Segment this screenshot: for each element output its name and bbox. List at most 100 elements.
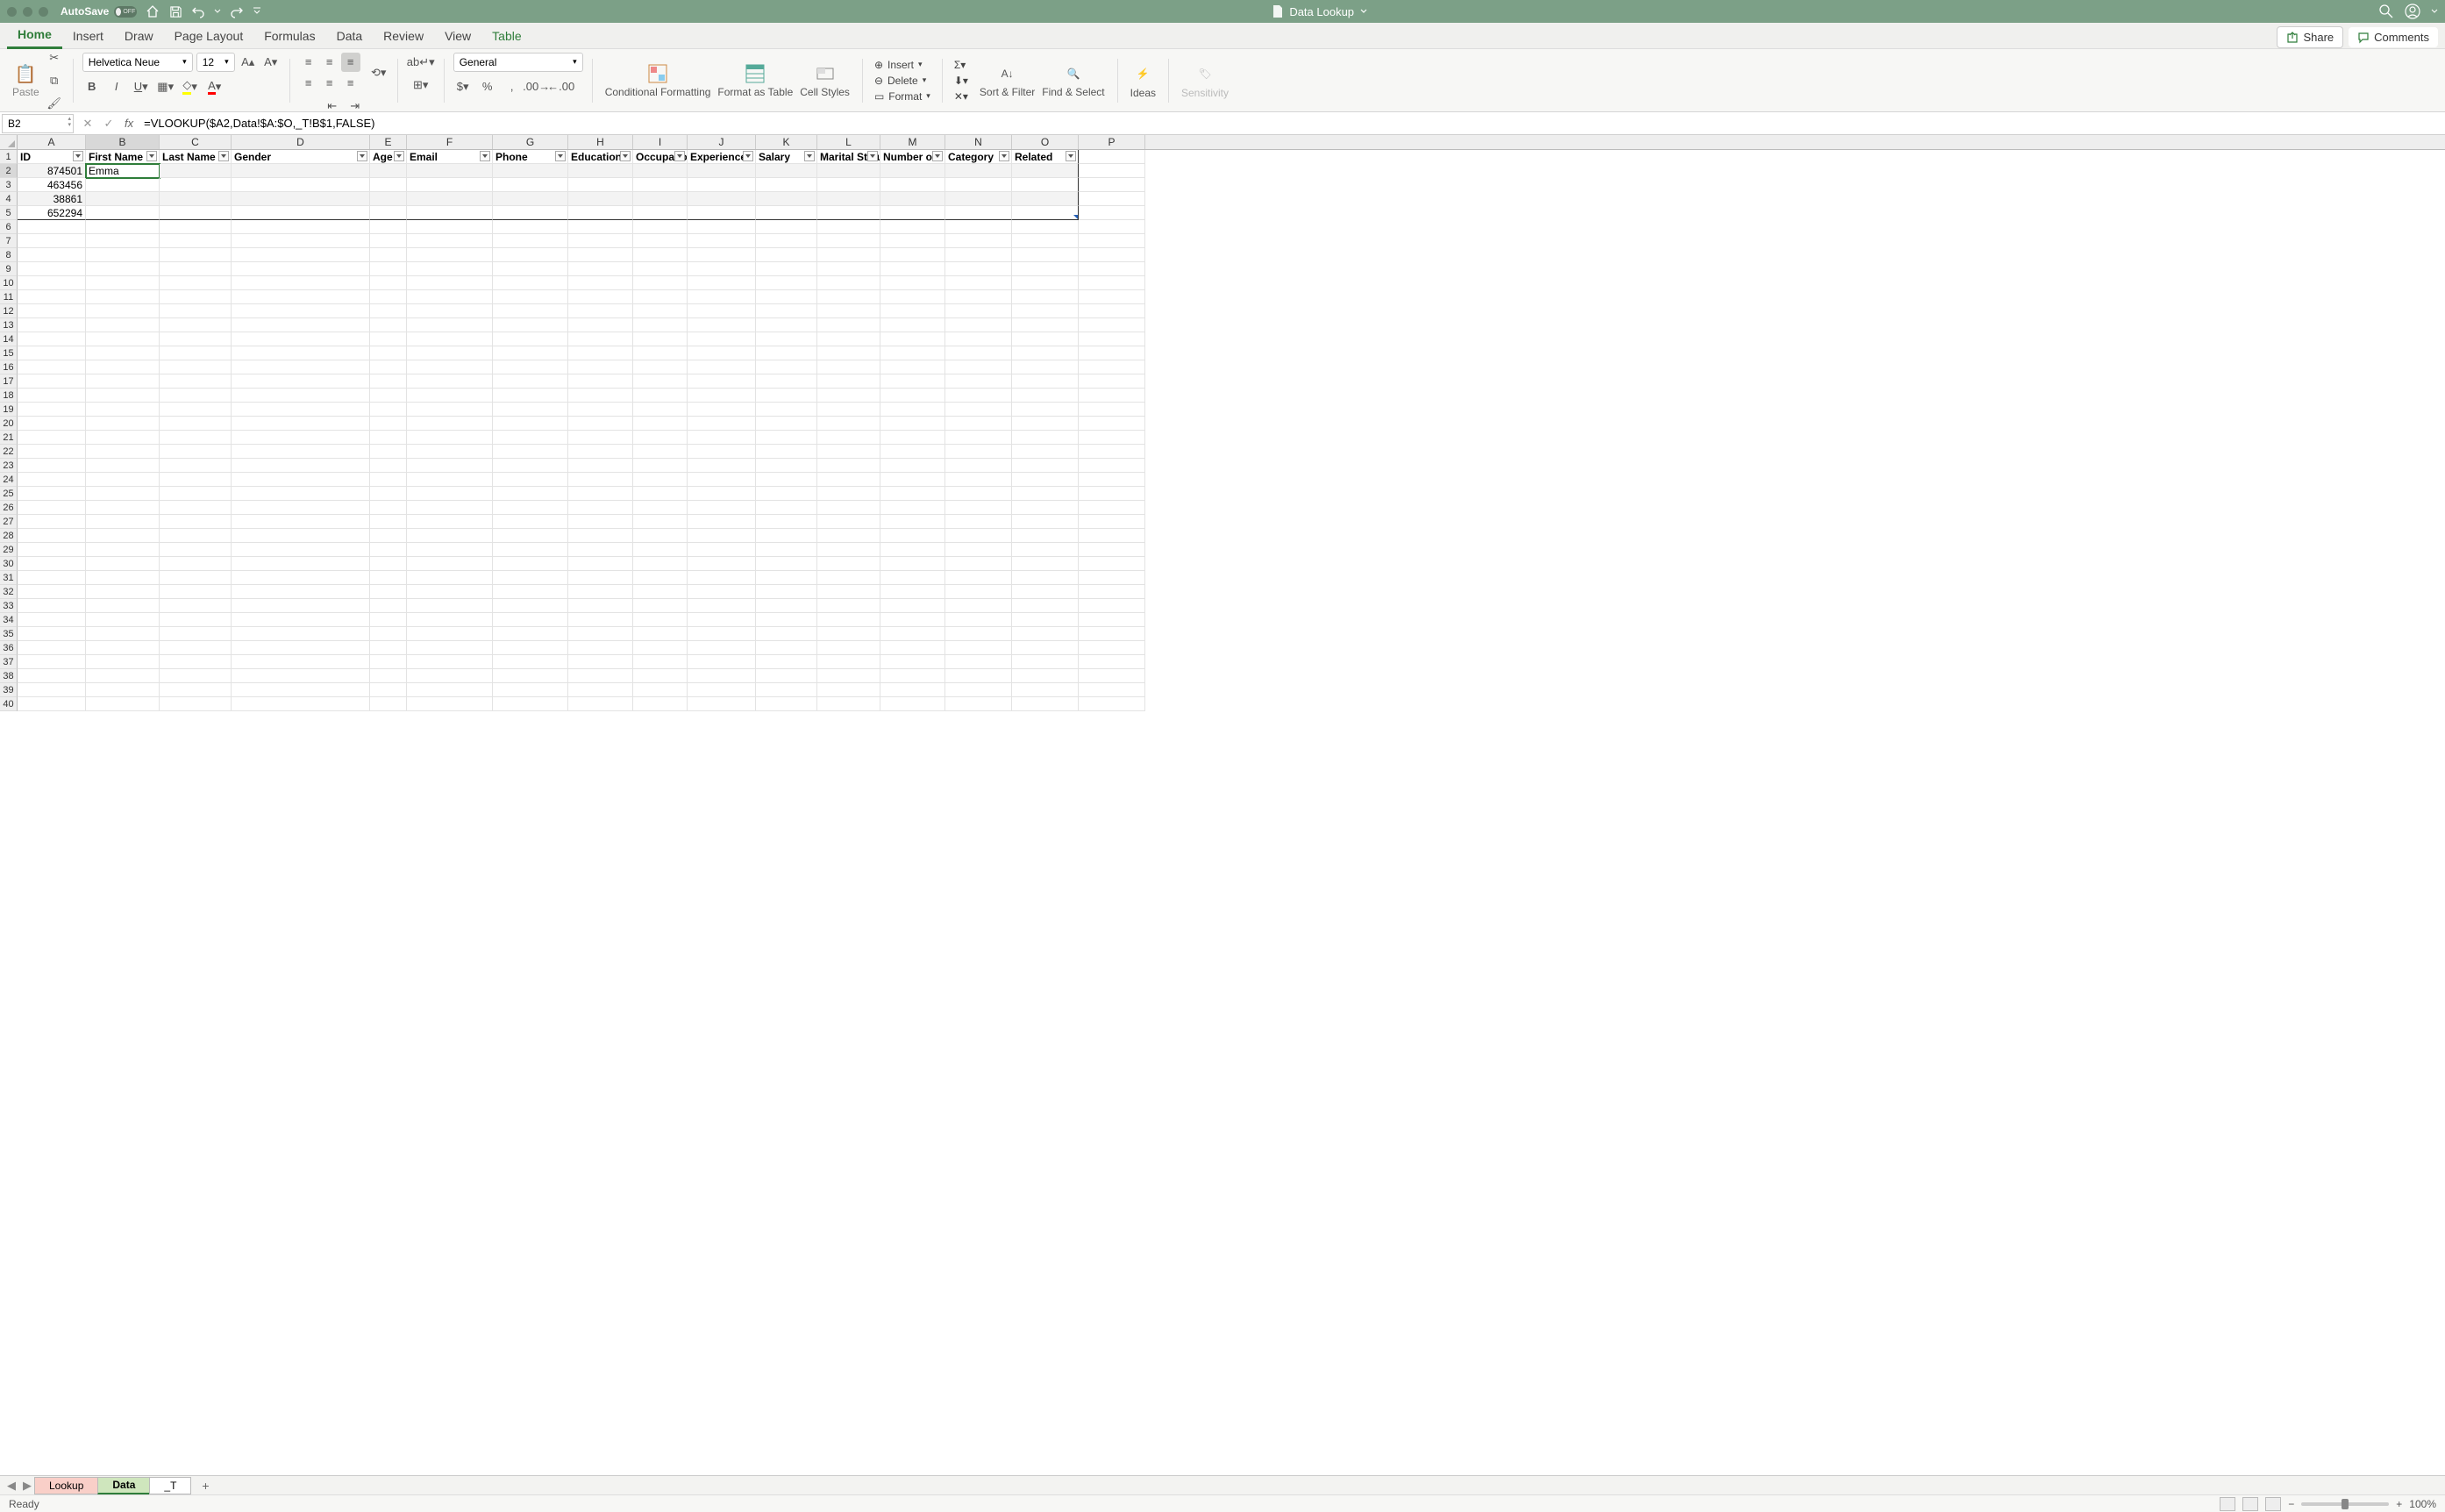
cell[interactable] bbox=[756, 164, 817, 178]
cell[interactable] bbox=[370, 445, 407, 459]
cancel-formula-icon[interactable]: ✕ bbox=[77, 114, 98, 133]
cell[interactable] bbox=[407, 445, 493, 459]
cell[interactable] bbox=[493, 515, 568, 529]
cell[interactable] bbox=[232, 459, 370, 473]
cell[interactable] bbox=[407, 234, 493, 248]
row-header[interactable]: 10 bbox=[0, 276, 18, 290]
cell[interactable] bbox=[1012, 501, 1079, 515]
cell[interactable] bbox=[232, 346, 370, 360]
grid-body[interactable]: 1IDFirst NameLast NameGenderAgeEmailPhon… bbox=[0, 150, 2445, 1494]
cell[interactable] bbox=[18, 290, 86, 304]
cell[interactable] bbox=[160, 220, 232, 234]
cell[interactable] bbox=[568, 501, 633, 515]
cell[interactable] bbox=[1079, 304, 1145, 318]
cell[interactable] bbox=[86, 529, 160, 543]
cell[interactable] bbox=[756, 655, 817, 669]
cell[interactable] bbox=[18, 641, 86, 655]
column-header-G[interactable]: G bbox=[493, 135, 568, 149]
cell[interactable] bbox=[880, 557, 945, 571]
cell[interactable] bbox=[18, 459, 86, 473]
row-header[interactable]: 9 bbox=[0, 262, 18, 276]
column-header-J[interactable]: J bbox=[688, 135, 756, 149]
formula-input[interactable] bbox=[139, 114, 2445, 133]
cell[interactable] bbox=[633, 585, 688, 599]
cell[interactable]: 874501 bbox=[18, 164, 86, 178]
row-header[interactable]: 29 bbox=[0, 543, 18, 557]
row-header[interactable]: 31 bbox=[0, 571, 18, 585]
cell[interactable] bbox=[160, 585, 232, 599]
cell[interactable] bbox=[407, 487, 493, 501]
cell[interactable] bbox=[945, 501, 1012, 515]
cell[interactable] bbox=[945, 248, 1012, 262]
cell[interactable] bbox=[880, 459, 945, 473]
cell[interactable]: Number of bbox=[880, 150, 945, 164]
copy-icon[interactable]: ⧉ bbox=[45, 71, 64, 90]
cell[interactable] bbox=[1012, 318, 1079, 332]
cell[interactable] bbox=[633, 262, 688, 276]
cell[interactable] bbox=[1079, 389, 1145, 403]
cell[interactable] bbox=[493, 220, 568, 234]
cell[interactable] bbox=[1012, 655, 1079, 669]
cell[interactable] bbox=[1079, 417, 1145, 431]
cell[interactable] bbox=[232, 501, 370, 515]
cell[interactable] bbox=[817, 192, 880, 206]
cell[interactable] bbox=[160, 403, 232, 417]
cell[interactable] bbox=[18, 669, 86, 683]
cell[interactable] bbox=[232, 276, 370, 290]
cell[interactable] bbox=[407, 431, 493, 445]
cell[interactable] bbox=[86, 262, 160, 276]
cell[interactable] bbox=[1012, 445, 1079, 459]
cell[interactable] bbox=[232, 192, 370, 206]
search-icon[interactable] bbox=[2378, 4, 2394, 19]
cell[interactable] bbox=[817, 473, 880, 487]
cell[interactable] bbox=[880, 445, 945, 459]
cell[interactable]: 463456 bbox=[18, 178, 86, 192]
cell[interactable] bbox=[817, 557, 880, 571]
column-header-D[interactable]: D bbox=[232, 135, 370, 149]
row-header[interactable]: 8 bbox=[0, 248, 18, 262]
cell[interactable] bbox=[633, 206, 688, 220]
cell[interactable] bbox=[568, 248, 633, 262]
cell[interactable] bbox=[880, 360, 945, 374]
cell[interactable] bbox=[688, 683, 756, 697]
cell[interactable] bbox=[407, 276, 493, 290]
cell[interactable] bbox=[493, 417, 568, 431]
cell[interactable] bbox=[880, 683, 945, 697]
cell[interactable] bbox=[370, 318, 407, 332]
cell[interactable] bbox=[1079, 150, 1145, 164]
title-dropdown-icon[interactable] bbox=[1359, 7, 1368, 16]
orientation-icon[interactable]: ⟲▾ bbox=[369, 63, 388, 82]
cell[interactable] bbox=[160, 431, 232, 445]
cell[interactable] bbox=[568, 417, 633, 431]
cell[interactable] bbox=[756, 262, 817, 276]
cell[interactable] bbox=[493, 206, 568, 220]
cell[interactable] bbox=[493, 641, 568, 655]
cell[interactable] bbox=[756, 431, 817, 445]
cell[interactable] bbox=[817, 599, 880, 613]
cell[interactable] bbox=[880, 248, 945, 262]
cell[interactable] bbox=[370, 515, 407, 529]
cell[interactable] bbox=[407, 318, 493, 332]
cell[interactable] bbox=[1012, 346, 1079, 360]
cell[interactable] bbox=[1079, 641, 1145, 655]
cell[interactable] bbox=[370, 655, 407, 669]
cell[interactable] bbox=[568, 543, 633, 557]
cell[interactable] bbox=[880, 332, 945, 346]
cell[interactable] bbox=[1079, 473, 1145, 487]
cell[interactable] bbox=[18, 529, 86, 543]
cell[interactable] bbox=[370, 487, 407, 501]
cell[interactable] bbox=[232, 234, 370, 248]
cell[interactable] bbox=[880, 487, 945, 501]
cell[interactable] bbox=[370, 164, 407, 178]
sheet-tab-data[interactable]: Data bbox=[97, 1477, 150, 1494]
cell[interactable] bbox=[568, 627, 633, 641]
cell[interactable] bbox=[370, 669, 407, 683]
cell[interactable] bbox=[232, 304, 370, 318]
cell[interactable] bbox=[945, 585, 1012, 599]
cell[interactable] bbox=[945, 515, 1012, 529]
bold-button[interactable]: B bbox=[82, 77, 102, 96]
cell[interactable] bbox=[568, 571, 633, 585]
cell[interactable] bbox=[817, 206, 880, 220]
cell[interactable] bbox=[633, 683, 688, 697]
cell[interactable] bbox=[160, 234, 232, 248]
